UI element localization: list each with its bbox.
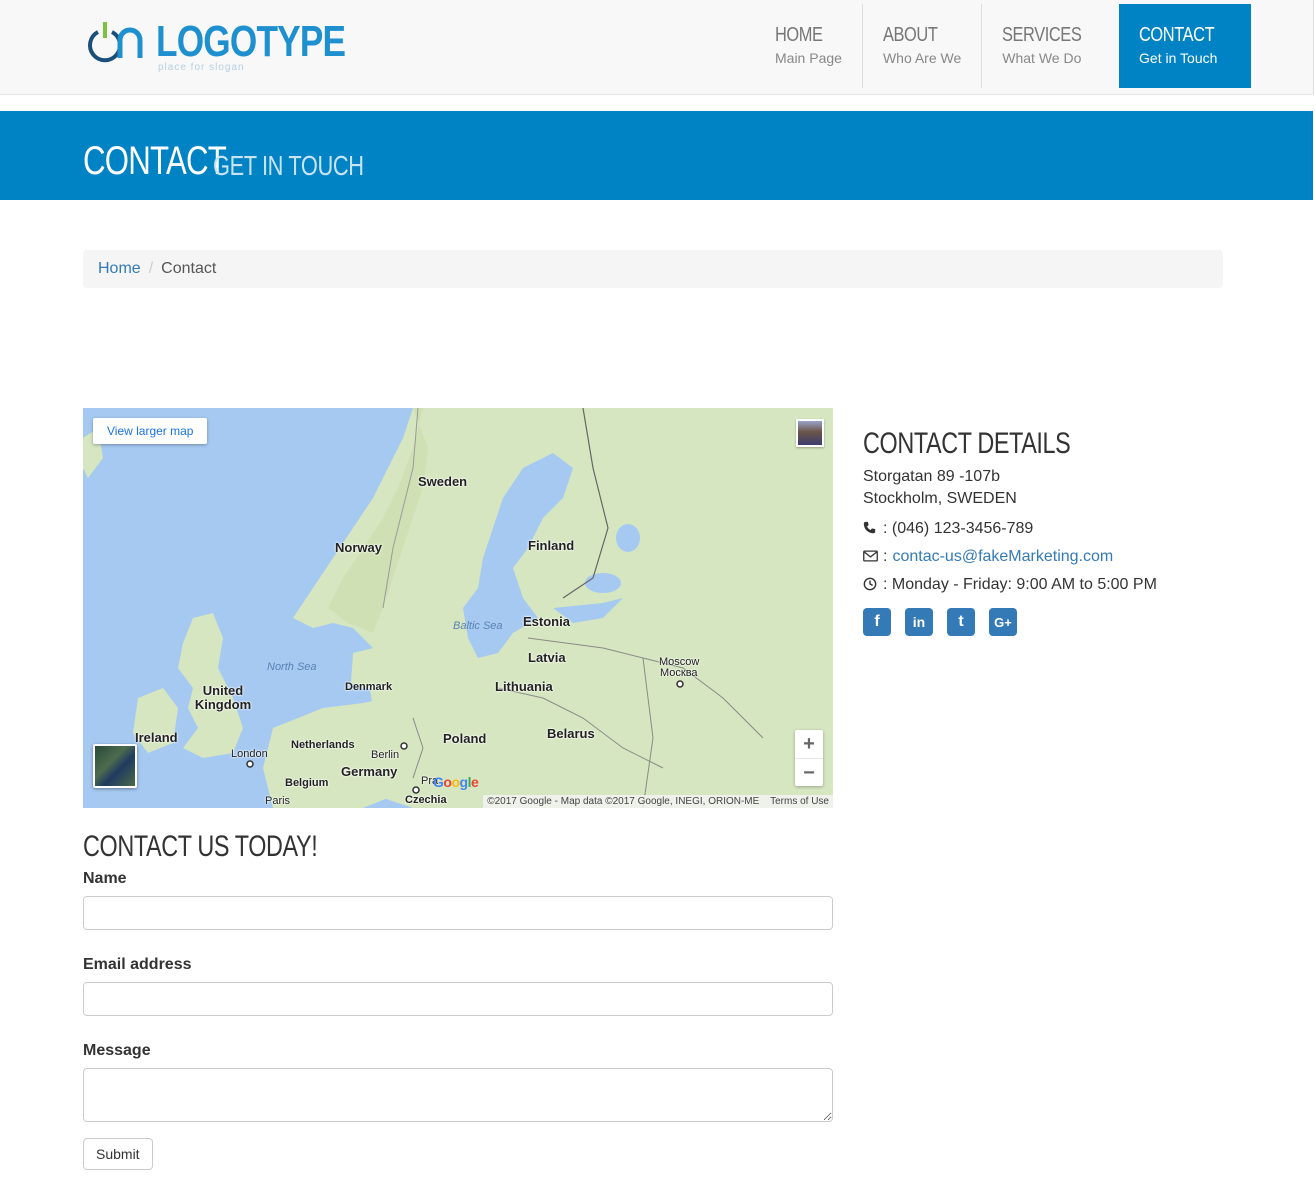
map-label: Paris [265, 795, 291, 807]
form-heading: CONTACT US TODAY! [83, 830, 318, 863]
breadcrumb-current: Contact [161, 260, 217, 277]
page-title-main: CONTACT [83, 139, 227, 183]
map-label: Baltic Sea [453, 620, 503, 632]
main-nav: HOME Main Page ABOUT Who Are We SERVICES… [755, 4, 1251, 88]
nav-about[interactable]: ABOUT Who Are We [861, 4, 981, 88]
email-link[interactable]: contac-us@fakeMarketing.com [892, 548, 1113, 566]
map-label: Poland [443, 731, 487, 746]
breadcrumb-home[interactable]: Home [98, 260, 141, 277]
map-label: Finland [528, 538, 575, 553]
logo-slogan: place for slogan [158, 62, 245, 73]
logo-text: LOGOTYPE [156, 17, 346, 66]
contact-form: CONTACT US TODAY! Name Email address Mes… [83, 830, 833, 1170]
map-label: Ireland [135, 730, 178, 745]
map-label: Belarus [547, 726, 595, 741]
message-group: Message [83, 1042, 833, 1122]
map-label: Latvia [528, 650, 566, 665]
social-links: f in t G+ [863, 608, 1157, 636]
attribution-text: ©2017 Google - Map data ©2017 Google, IN… [487, 796, 760, 807]
address: Storgatan 89 -107b Stockholm, SWEDEN [863, 466, 1157, 510]
email-input[interactable] [83, 982, 833, 1016]
map-label: Lithuania [495, 679, 553, 694]
email-group: Email address [83, 956, 833, 1016]
map-label: London [231, 748, 268, 760]
zoom-out-button[interactable]: − [795, 759, 823, 787]
name-label: Name [83, 870, 127, 887]
top-navbar: LOGOTYPE place for slogan HOME Main Page… [0, 0, 1314, 95]
google-map[interactable]: View larger map Sweden Norway Finland Es… [83, 408, 833, 808]
nav-contact[interactable]: CONTACT Get in Touch [1119, 4, 1251, 88]
user-avatar[interactable] [796, 419, 824, 447]
nav-services[interactable]: SERVICES What We Do [981, 4, 1119, 88]
contact-details-heading: CONTACT DETAILS [863, 427, 1071, 460]
breadcrumb: Home / Contact [83, 250, 1223, 288]
nav-subtitle: Who Are We [882, 50, 962, 66]
phone-number: : (046) 123-3456-789 [883, 520, 1034, 537]
nav-subtitle: What We Do [1002, 50, 1082, 66]
address-line: Storgatan 89 -107b [863, 468, 1000, 485]
nav-title: CONTACT [1139, 24, 1215, 46]
map-label: Belgium [285, 777, 329, 789]
contact-details: CONTACT DETAILS Storgatan 89 -107b Stock… [863, 428, 1157, 636]
map-label: United Kingdom [194, 683, 252, 712]
map-terrain [83, 408, 833, 808]
satellite-toggle[interactable] [93, 744, 137, 788]
view-larger-map-button[interactable]: View larger map [93, 418, 208, 444]
facebook-icon[interactable]: f [863, 608, 891, 636]
nav-title: ABOUT [882, 24, 938, 46]
business-hours: : Monday - Friday: 9:00 AM to 5:00 PM [883, 576, 1157, 593]
map-label: Estonia [523, 614, 570, 629]
message-textarea[interactable] [83, 1068, 833, 1122]
google-plus-icon[interactable]: G+ [989, 608, 1017, 636]
map-label: Berlin [371, 749, 400, 761]
zoom-in-button[interactable]: + [795, 730, 823, 759]
breadcrumb-separator: / [148, 260, 154, 277]
nav-title: HOME [775, 24, 823, 46]
google-logo: Google [433, 774, 479, 790]
email-prefix: : [883, 548, 888, 565]
address-line: Stockholm, SWEDEN [863, 490, 1017, 507]
map-label: Denmark [345, 681, 393, 693]
map-attribution: ©2017 Google - Map data ©2017 Google, IN… [483, 795, 833, 808]
email-label: Email address [83, 956, 192, 973]
map-label: Czechia [405, 794, 447, 806]
page-banner: CONTACT GET IN TOUCH [0, 111, 1313, 200]
map-label: Germany [341, 764, 398, 779]
clock-icon [863, 577, 879, 594]
zoom-control: + − [795, 730, 823, 786]
logo[interactable]: LOGOTYPE place for slogan [84, 18, 346, 73]
hours-row: : Monday - Friday: 9:00 AM to 5:00 PM [863, 576, 1157, 594]
power-icon [88, 22, 143, 63]
map-label: Netherlands [291, 739, 355, 751]
nav-subtitle: Get in Touch [1139, 50, 1218, 66]
message-label: Message [83, 1042, 151, 1059]
page-title-sub: GET IN TOUCH [213, 150, 364, 181]
email-row: : contac-us@fakeMarketing.com [863, 548, 1157, 566]
phone-icon [863, 521, 879, 537]
terms-link[interactable]: Terms of Use [770, 796, 829, 807]
nav-subtitle: Main Page [775, 50, 842, 66]
nav-home[interactable]: HOME Main Page [755, 4, 862, 88]
phone-row: : (046) 123-3456-789 [863, 520, 1157, 538]
envelope-icon [863, 549, 879, 565]
name-input[interactable] [83, 896, 833, 930]
linkedin-icon[interactable]: in [905, 608, 933, 636]
map-label: Sweden [418, 474, 468, 489]
map-label: Norway [335, 540, 382, 555]
page-title: CONTACT GET IN TOUCH [83, 139, 364, 183]
submit-button[interactable]: Submit [83, 1138, 153, 1170]
twitter-icon[interactable]: t [947, 608, 975, 636]
name-group: Name [83, 870, 833, 930]
nav-title: SERVICES [1002, 24, 1082, 46]
map-label: Москва [660, 667, 698, 679]
map-label: North Sea [267, 661, 317, 673]
